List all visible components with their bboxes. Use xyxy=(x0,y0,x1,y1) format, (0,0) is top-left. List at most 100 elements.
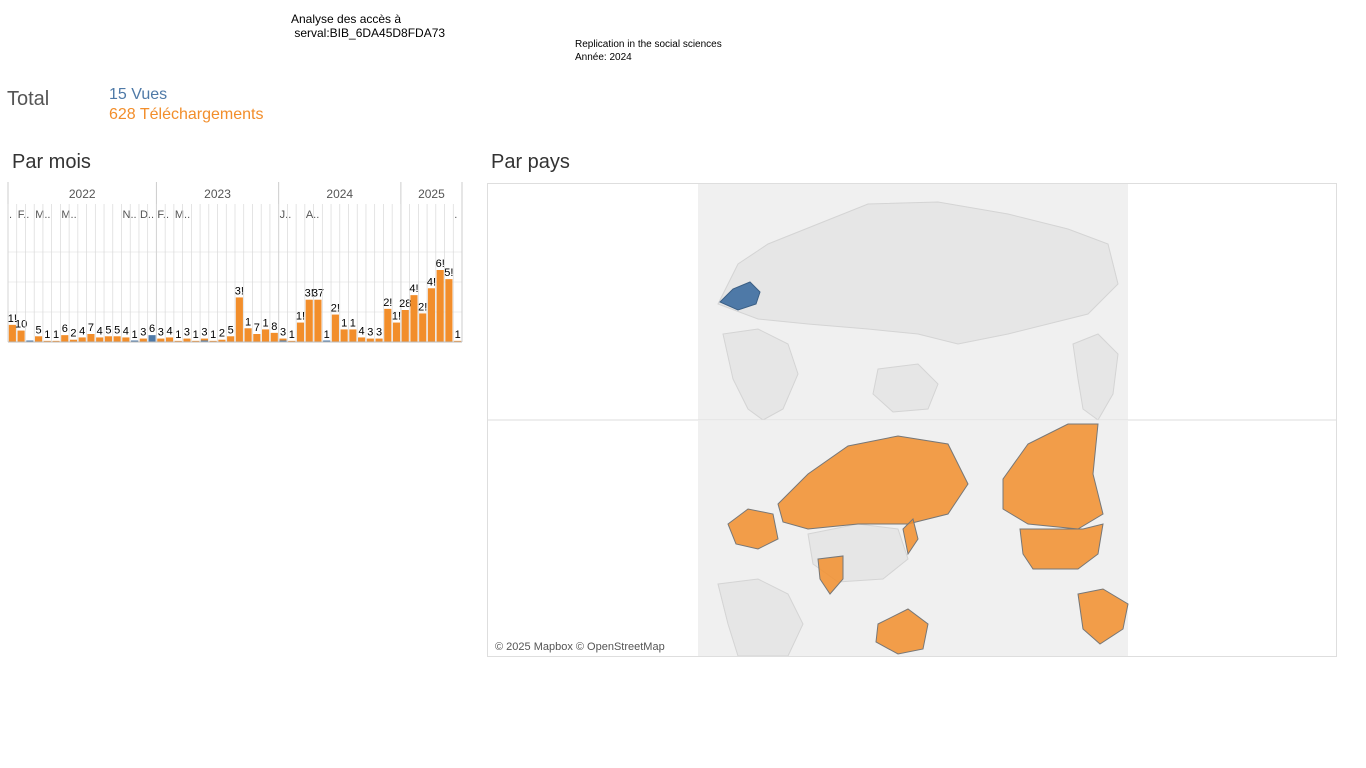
bar-value-label: 2! xyxy=(331,303,340,315)
download-bar[interactable] xyxy=(270,332,278,342)
view-bar[interactable] xyxy=(148,335,156,342)
bar-value-label: 2 xyxy=(70,328,76,340)
downloads-total[interactable]: 628 Téléchargements xyxy=(109,106,263,124)
year-label: 2022 xyxy=(69,187,96,201)
download-bar[interactable] xyxy=(122,337,130,342)
world-map-svg xyxy=(488,184,1336,656)
bar-value-label: 1 xyxy=(193,329,199,341)
download-bar[interactable] xyxy=(366,338,374,342)
bar-value-label: 7 xyxy=(88,322,94,334)
bar-value-label: 3 xyxy=(184,327,190,339)
download-bar[interactable] xyxy=(340,329,348,342)
download-bar[interactable] xyxy=(445,279,453,342)
bar-value-label: 1 xyxy=(44,329,50,341)
bar-value-label: 3 xyxy=(376,327,382,339)
bar-value-label: 1 xyxy=(175,329,181,341)
bar-value-label: 1 xyxy=(132,329,138,341)
download-bar[interactable] xyxy=(61,335,69,342)
download-bar[interactable] xyxy=(410,295,418,342)
download-bar[interactable] xyxy=(227,336,235,342)
bar-value-label: 6 xyxy=(62,323,68,335)
bar-value-label: 4 xyxy=(97,325,103,337)
bar-value-label: 4! xyxy=(409,283,418,295)
month-label: J.. xyxy=(280,209,292,221)
download-bar[interactable] xyxy=(87,334,95,342)
section-title-by-country: Par pays xyxy=(491,151,570,173)
bar-value-label: 7 xyxy=(254,322,260,334)
bar-value-label: 1 xyxy=(53,329,59,341)
bar-value-label: 1 xyxy=(289,329,295,341)
download-bar[interactable] xyxy=(253,334,261,342)
bar-value-label: 1! xyxy=(296,311,305,323)
bar-value-label: 3 xyxy=(367,327,373,339)
bar-value-label: 4! xyxy=(427,276,436,288)
month-label: D.. xyxy=(140,209,154,221)
map-panel-views xyxy=(698,184,1128,421)
publication-year: Année: 2024 xyxy=(575,52,632,63)
download-bar[interactable] xyxy=(139,338,147,342)
bar-value-label: 4 xyxy=(123,325,129,337)
download-bar[interactable] xyxy=(392,322,401,342)
country-map[interactable] xyxy=(487,183,1337,657)
bar-value-label: 2! xyxy=(418,301,427,313)
map-credit[interactable]: © 2025 Mapbox © OpenStreetMap xyxy=(495,641,665,653)
monthly-bar-chart[interactable]: 2022 2023 2024 2025.1!F..10M..5 1 1M..6 2 4 7 4 5 5… xyxy=(0,180,470,350)
bar-value-label: 2! xyxy=(383,297,392,309)
download-bar[interactable] xyxy=(296,322,305,342)
publication-title: Replication in the social sciences xyxy=(575,39,722,50)
month-label: N.. xyxy=(123,209,137,221)
bar-value-label: 3! xyxy=(235,285,244,297)
download-bar[interactable] xyxy=(34,336,43,342)
download-bar[interactable] xyxy=(384,308,392,342)
month-label: . xyxy=(9,209,12,221)
download-bar[interactable] xyxy=(401,310,409,342)
month-label: F.. xyxy=(18,209,30,221)
bar-value-label: 1 xyxy=(455,329,461,341)
download-bar[interactable] xyxy=(358,337,366,342)
download-bar[interactable] xyxy=(305,299,313,342)
bar-value-label: 2 xyxy=(219,328,225,340)
bar-value-label: 4 xyxy=(79,325,85,337)
download-bar[interactable] xyxy=(165,337,174,342)
download-bar[interactable] xyxy=(96,337,104,342)
bar-value-label: 1 xyxy=(245,316,251,328)
bar-value-label: 8 xyxy=(271,321,277,333)
download-bar[interactable] xyxy=(78,337,86,342)
bar-value-label: 1 xyxy=(341,317,347,329)
bar-value-label: 1 xyxy=(210,329,216,341)
bar-value-label: 4 xyxy=(166,325,172,337)
total-label: Total xyxy=(7,88,50,110)
download-bar[interactable] xyxy=(183,338,191,342)
download-bar[interactable] xyxy=(261,329,270,342)
download-bar[interactable] xyxy=(375,338,383,342)
bar-value-label: 3 xyxy=(140,327,146,339)
download-bar[interactable] xyxy=(235,297,243,342)
year-label: 2023 xyxy=(204,187,231,201)
bar-value-label: 1 xyxy=(324,329,330,341)
month-label: . xyxy=(454,209,457,221)
bar-value-label: 4 xyxy=(359,325,365,337)
download-bar[interactable] xyxy=(419,313,427,342)
page-title: Analyse des accès à serval:BIB_6DA45D8FD… xyxy=(291,12,446,40)
bar-value-label: 1 xyxy=(262,317,268,329)
download-bar[interactable] xyxy=(314,299,322,342)
download-bar[interactable] xyxy=(113,336,121,342)
download-bar[interactable] xyxy=(17,330,25,342)
bar-value-label: 1! xyxy=(392,311,401,323)
bar-value-label: 5 xyxy=(228,324,234,336)
bar-value-label: 3 xyxy=(201,327,207,339)
download-bar[interactable] xyxy=(244,328,252,342)
year-label: 2024 xyxy=(326,187,353,201)
download-bar[interactable] xyxy=(331,314,339,342)
bar-value-label: 1 xyxy=(350,317,356,329)
bar-value-label: 5 xyxy=(114,324,120,336)
year-label: 2025 xyxy=(418,187,445,201)
download-bar[interactable] xyxy=(436,270,444,342)
views-total[interactable]: 15 Vues xyxy=(109,86,167,104)
download-bar[interactable] xyxy=(157,338,165,342)
download-bar[interactable] xyxy=(427,288,436,342)
month-label: F.. xyxy=(157,209,169,221)
download-bar[interactable] xyxy=(104,336,112,342)
download-bar[interactable] xyxy=(349,329,357,342)
section-title-by-month: Par mois xyxy=(12,151,91,173)
